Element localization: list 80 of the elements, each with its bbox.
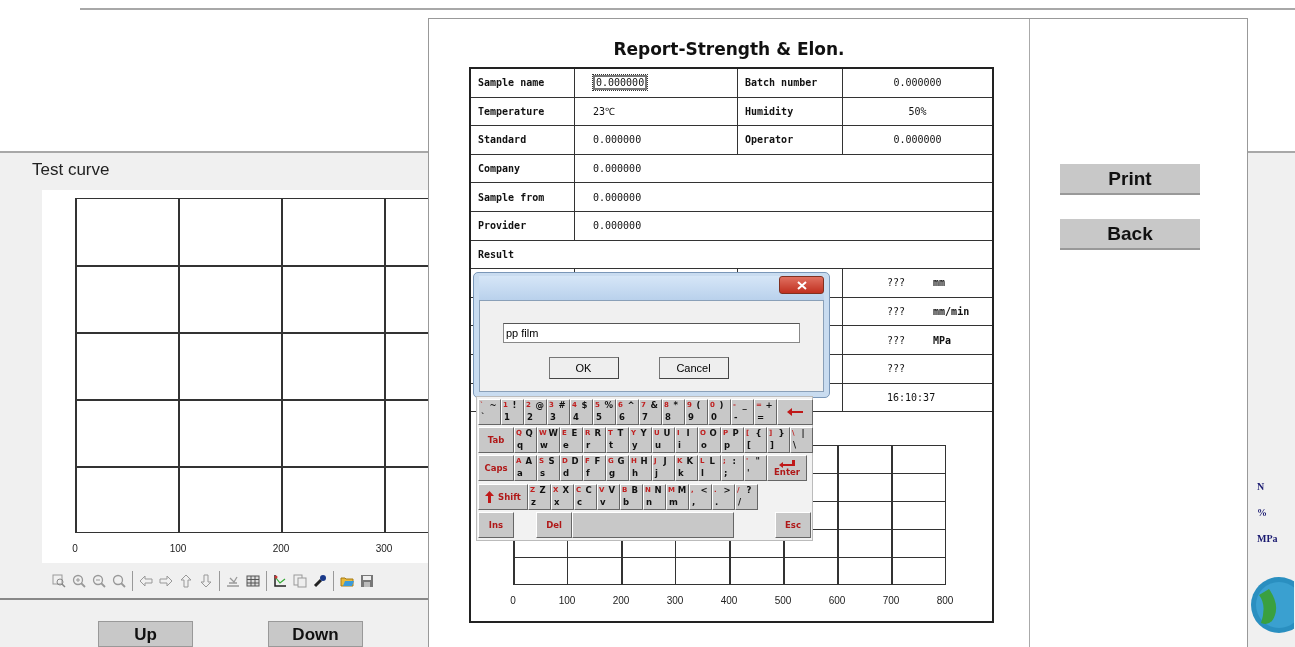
axis-label: 300 [375,543,393,554]
unit-label: mm [933,277,946,289]
close-icon [796,280,807,290]
keyboard-key[interactable]: Esc [775,511,811,538]
zoom-icon[interactable] [112,573,126,588]
axis-label: 600 [828,595,846,607]
section-label: Result [477,248,515,260]
axis-label: 500 [774,595,792,607]
keyboard-key[interactable]: Del [536,511,572,538]
field-value: 23℃ [593,106,616,118]
field-value: 0.000000 [893,134,942,146]
result-value: 16:10:37 [887,391,936,403]
result-value: ??? [887,363,906,375]
arrow-down-icon[interactable] [199,573,213,588]
enter-key[interactable]: Enter [767,455,807,482]
field-value: 0.000000 [592,163,642,175]
panel-title: Test curve [31,159,110,181]
arrow-up-icon[interactable] [179,573,193,588]
field-input[interactable]: 0.000000 [593,75,648,91]
report-title: Report-Strength & Elon. [613,39,845,61]
field-label: Company [477,163,521,175]
axis-label: 100 [169,543,187,554]
axis-label: 700 [882,595,900,607]
result-value: ??? [887,306,906,318]
zoom-out-icon[interactable] [92,573,106,588]
result-value: ??? [887,334,906,346]
result-value: ??? [887,277,906,289]
shift-key[interactable]: Shift [478,483,528,510]
keyboard-key[interactable]: Caps [478,455,514,482]
unit-label: % [1257,507,1267,520]
field-label: Temperature [477,105,545,117]
field-label: Sample from [477,191,545,203]
axis-label: 100 [558,595,576,607]
nav-button[interactable]: Down [268,621,363,647]
unit-label: MPa [1257,533,1278,546]
field-value: 0.000000 [592,220,642,232]
backspace-key[interactable] [777,399,813,425]
nav-button[interactable]: Up [98,621,193,647]
field-label: Humidity [744,105,794,117]
wrench-icon[interactable] [313,573,327,588]
field-label: Operator [744,134,794,146]
axis-label: 300 [666,595,684,607]
text-input[interactable]: pp film [503,323,800,343]
field-label: Batch number [744,77,818,89]
unit-label: MPa [933,334,952,346]
axis-label: 200 [272,543,290,554]
axes-icon[interactable] [273,573,287,588]
table-icon[interactable] [246,573,260,588]
action-button[interactable]: Print [1060,164,1200,195]
axis-label: 0 [510,595,516,607]
dialog-button[interactable]: OK [548,357,619,379]
field-value: 0.000000 [593,134,642,146]
field-label: Provider [477,220,527,232]
unit-label: mm/min [933,306,970,318]
copy-icon[interactable] [293,573,307,588]
axis-label: 0 [72,543,78,554]
globe-icon [1249,575,1294,635]
arrow-left-icon[interactable] [139,573,153,588]
field-value: 0.000000 [893,77,942,89]
field-label: Standard [477,134,527,146]
unit-label: N [1257,481,1265,494]
dialog-button[interactable]: Cancel [658,357,729,379]
zoom-box-icon[interactable] [52,573,66,588]
field-label: Sample name [477,77,545,89]
arrow-up-icon [485,490,495,503]
return-arrow-icon [779,459,795,468]
space-key[interactable] [572,511,734,538]
axis-label: 400 [720,595,738,607]
keyboard-key[interactable]: Ins [478,511,514,538]
close-button[interactable] [779,276,824,294]
zoom-in-icon[interactable] [72,573,86,588]
arrow-left-icon [787,408,803,416]
action-button[interactable]: Back [1060,219,1200,250]
field-value: 50% [908,105,927,117]
axis-label: 800 [936,595,954,607]
arrow-right-icon[interactable] [159,573,173,588]
save-icon[interactable] [360,573,374,588]
axis-label: 200 [612,595,630,607]
keyboard-key[interactable]: Tab [478,427,514,454]
field-value: 0.000000 [592,191,642,203]
